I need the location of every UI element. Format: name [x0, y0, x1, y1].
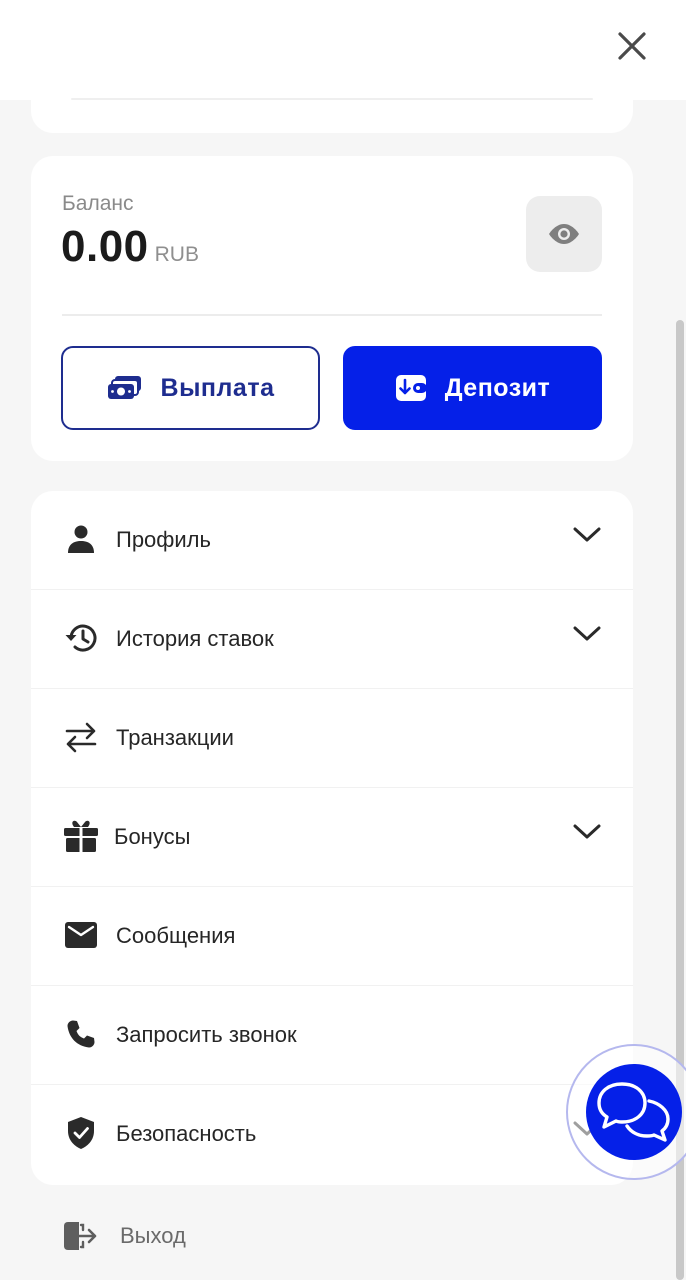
chevron-down-icon [573, 527, 601, 542]
account-menu: Профиль История ставок Транзакции Бонусы… [31, 491, 633, 1185]
menu-item-label: Транзакции [116, 725, 234, 750]
cash-icon [107, 376, 141, 399]
balance-divider [62, 314, 602, 316]
menu-item-transactions[interactable]: Транзакции [31, 689, 633, 788]
menu-item-bet-history[interactable]: История ставок [31, 590, 633, 689]
balance-card: Баланс 0.00 RUB Выплата Депозит [31, 156, 633, 461]
chevron-down-icon [573, 824, 601, 839]
menu-item-security[interactable]: Безопасность [31, 1085, 633, 1184]
menu-item-messages[interactable]: Сообщения [31, 887, 633, 986]
eye-icon [549, 224, 579, 244]
divider [71, 98, 593, 100]
close-icon [618, 32, 646, 60]
chat-bubbles-icon [597, 1082, 670, 1142]
toggle-balance-visibility-button[interactable] [526, 196, 602, 272]
logout-icon [64, 1222, 97, 1250]
shield-check-icon [63, 1115, 99, 1151]
withdraw-button[interactable]: Выплата [61, 346, 320, 430]
menu-item-label: Профиль [116, 527, 211, 552]
menu-item-profile[interactable]: Профиль [31, 491, 633, 590]
balance-value: 0.00 [61, 222, 149, 271]
support-chat-button[interactable] [586, 1064, 682, 1160]
menu-item-bonuses[interactable]: Бонусы [31, 788, 633, 887]
balance-currency: RUB [154, 243, 199, 266]
menu-item-label: Сообщения [116, 923, 236, 948]
logout-button[interactable]: Выход [62, 1216, 186, 1256]
logout-label: Выход [120, 1223, 186, 1248]
history-icon [63, 620, 99, 656]
balance-label: Баланс [62, 192, 134, 215]
chevron-down-icon [573, 626, 601, 641]
menu-item-label: Бонусы [114, 824, 191, 849]
transfer-arrows-icon [63, 719, 99, 755]
deposit-button[interactable]: Депозит [343, 346, 602, 430]
menu-item-label: Безопасность [116, 1121, 257, 1146]
previous-card [31, 60, 633, 133]
menu-item-request-call[interactable]: Запросить звонок [31, 986, 633, 1085]
close-button[interactable] [614, 28, 650, 64]
withdraw-label: Выплата [160, 373, 275, 402]
wallet-icon [395, 375, 427, 401]
phone-icon [63, 1016, 99, 1052]
menu-item-label: Запросить звонок [116, 1022, 297, 1047]
balance-amount: 0.00 RUB [61, 222, 199, 272]
gift-icon [63, 818, 99, 854]
user-icon [63, 521, 99, 557]
deposit-label: Депозит [444, 373, 551, 402]
menu-item-label: История ставок [116, 626, 274, 651]
mail-icon [63, 917, 99, 953]
